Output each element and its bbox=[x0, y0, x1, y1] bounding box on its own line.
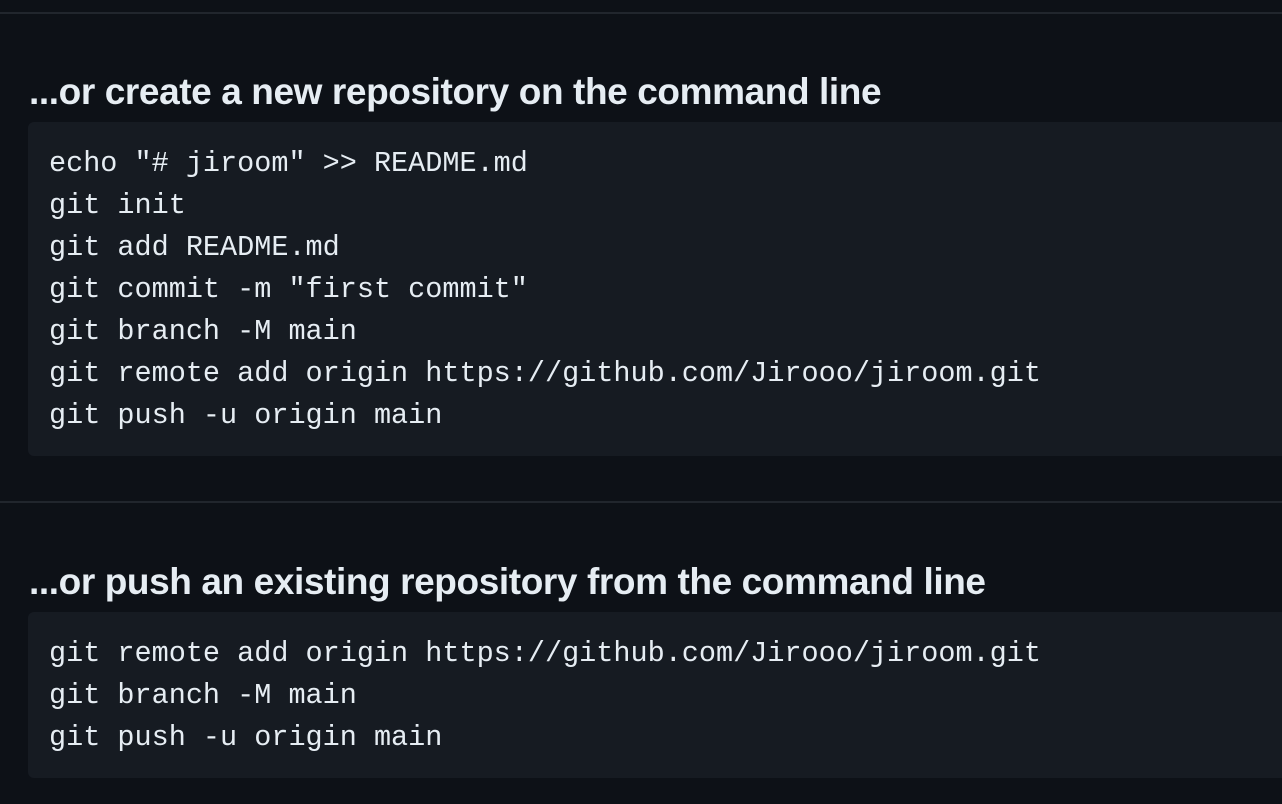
section-divider bbox=[0, 501, 1282, 503]
command-line[interactable]: git add README.md bbox=[49, 227, 1041, 269]
push-existing-code-block[interactable]: git remote add origin https://github.com… bbox=[28, 612, 1282, 778]
command-line[interactable]: git init bbox=[49, 185, 1041, 227]
command-line[interactable]: git push -u origin main bbox=[49, 717, 1041, 759]
push-existing-repo-heading: ...or push an existing repository from t… bbox=[29, 561, 986, 602]
command-line[interactable]: git remote add origin https://github.com… bbox=[49, 633, 1041, 675]
top-divider bbox=[0, 12, 1282, 14]
command-line[interactable]: git branch -M main bbox=[49, 311, 1041, 353]
command-line[interactable]: git push -u origin main bbox=[49, 395, 1041, 437]
create-repo-command-list: echo "# jiroom" >> README.md git init gi… bbox=[49, 143, 1041, 437]
command-line[interactable]: git commit -m "first commit" bbox=[49, 269, 1041, 311]
create-repo-heading: ...or create a new repository on the com… bbox=[29, 71, 882, 112]
repo-setup-page: ...or create a new repository on the com… bbox=[0, 0, 1282, 804]
create-repo-code-block[interactable]: echo "# jiroom" >> README.md git init gi… bbox=[28, 122, 1282, 456]
command-line[interactable]: git branch -M main bbox=[49, 675, 1041, 717]
command-line[interactable]: git remote add origin https://github.com… bbox=[49, 353, 1041, 395]
push-existing-command-list: git remote add origin https://github.com… bbox=[49, 633, 1041, 759]
command-line[interactable]: echo "# jiroom" >> README.md bbox=[49, 143, 1041, 185]
